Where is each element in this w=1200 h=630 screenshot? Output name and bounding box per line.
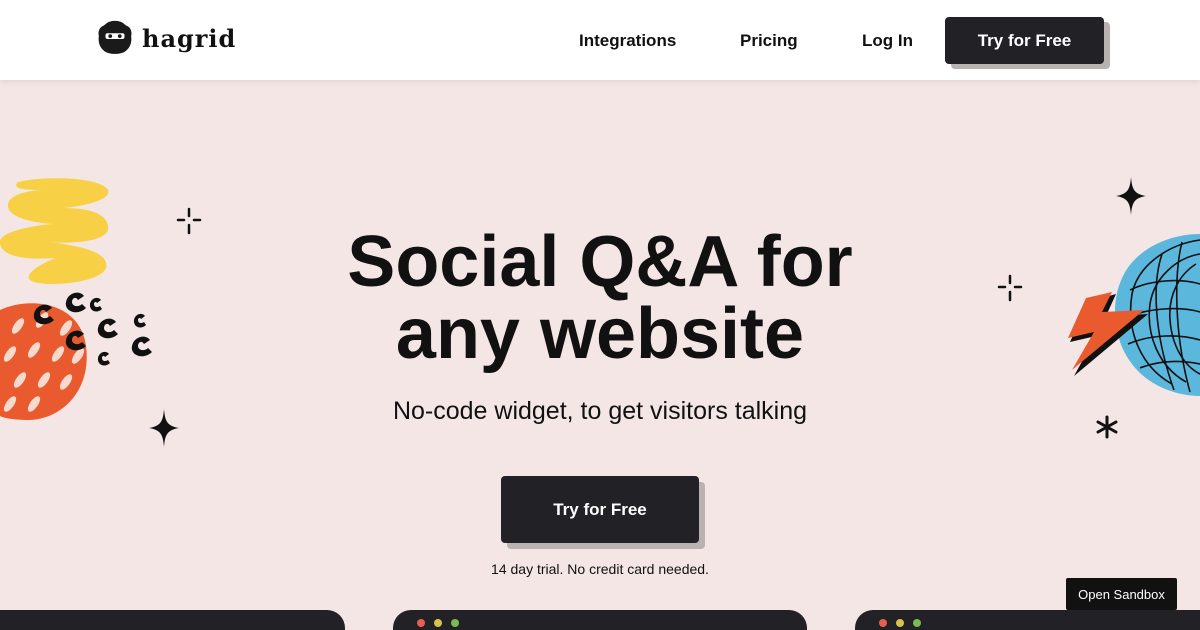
minimize-dot-icon [434, 619, 442, 627]
header-try-free-button[interactable]: Try for Free [945, 17, 1104, 64]
logo[interactable]: hagrid [96, 19, 236, 57]
preview-card-right [855, 610, 1200, 630]
hero-title-line-1: Social Q&A for [347, 222, 853, 302]
hero-title-line-2: any website [395, 294, 805, 374]
open-sandbox-button[interactable]: Open Sandbox [1066, 578, 1177, 610]
star-sparkle-icon-right [1116, 177, 1146, 215]
bearded-face-icon [98, 20, 132, 54]
nav-login[interactable]: Log In [862, 31, 913, 51]
nav-integrations[interactable]: Integrations [579, 31, 676, 51]
maximize-dot-icon [913, 619, 921, 627]
logo-text: hagrid [142, 23, 237, 53]
maximize-dot-icon [451, 619, 459, 627]
hero-title: Social Q&A for any website [0, 226, 1200, 370]
window-controls-right [879, 619, 921, 627]
preview-card-center [393, 610, 807, 630]
hero-try-free-button[interactable]: Try for Free [501, 476, 699, 543]
close-dot-icon [417, 619, 425, 627]
trial-note: 14 day trial. No credit card needed. [491, 561, 709, 577]
site-header: hagrid Integrations Pricing Log In Try f… [0, 0, 1200, 80]
nav-pricing[interactable]: Pricing [740, 31, 798, 51]
hero-subtitle: No-code widget, to get visitors talking [392, 397, 808, 425]
window-controls [417, 619, 459, 627]
minimize-dot-icon [896, 619, 904, 627]
close-dot-icon [879, 619, 887, 627]
preview-card-left [0, 610, 345, 630]
